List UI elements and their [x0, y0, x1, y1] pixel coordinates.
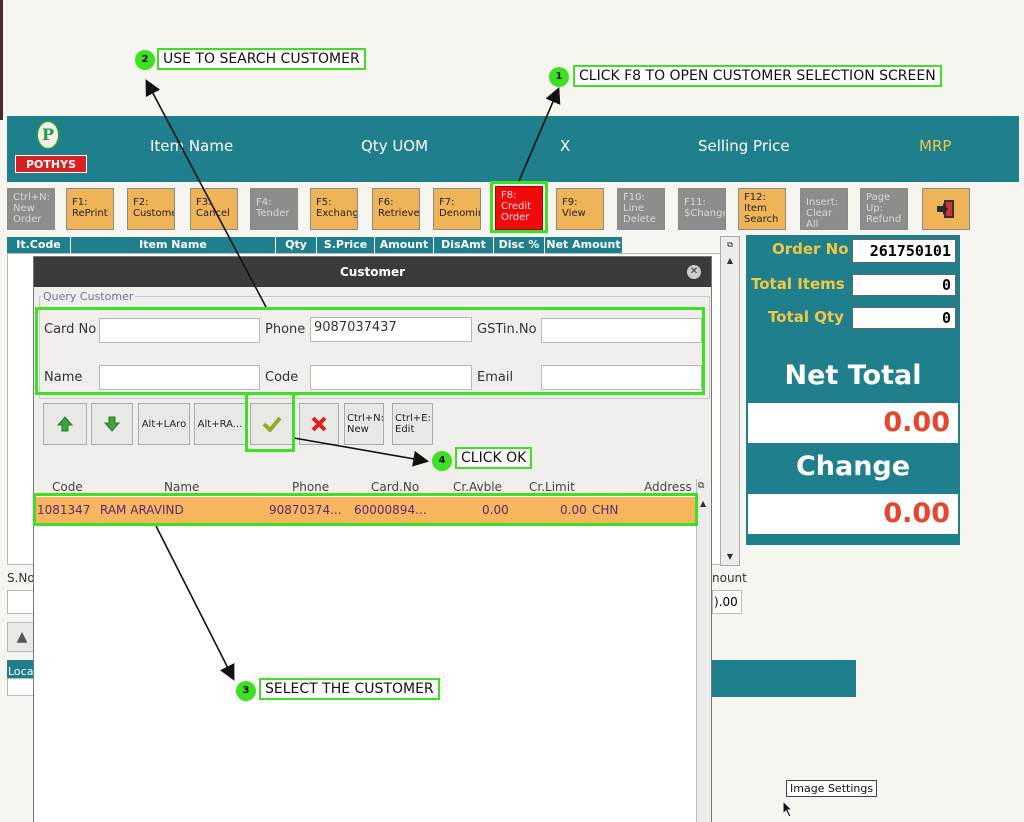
image-settings-tooltip: Image Settings [786, 780, 878, 797]
arrow-3 [155, 525, 235, 681]
highlight-f8 [490, 181, 548, 233]
badge-4: 4 [432, 451, 452, 471]
badge-2: 2 [135, 50, 155, 70]
callout-3: SELECT THE CUSTOMER [259, 678, 440, 700]
callout-1: CLICK F8 TO OPEN CUSTOMER SELECTION SCRE… [573, 65, 942, 87]
highlight-customer-row [33, 493, 698, 526]
callout-4: CLICK OK [455, 447, 533, 469]
badge-1: 1 [549, 67, 569, 87]
highlight-search-fields [35, 307, 705, 395]
arrow-4 [293, 437, 430, 467]
badge-3: 3 [236, 681, 256, 701]
mouse-cursor-icon [782, 800, 794, 818]
callout-2: USE TO SEARCH CUSTOMER [157, 48, 366, 70]
arrow-2 [145, 79, 267, 308]
highlight-ok [245, 392, 295, 452]
arrow-1 [518, 87, 561, 182]
annotation-arrows [145, 79, 561, 681]
